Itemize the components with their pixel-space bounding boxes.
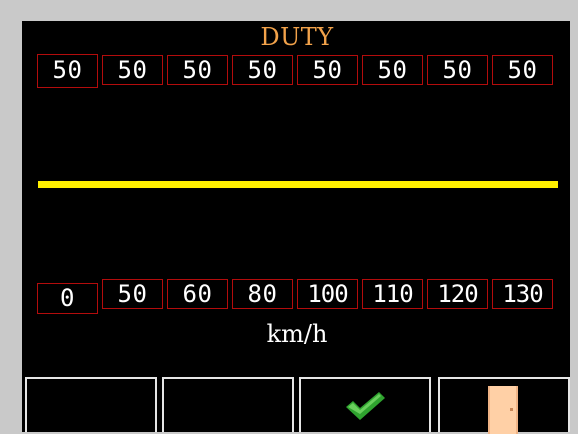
duty-cell[interactable]: 50: [297, 55, 358, 85]
speed-cell[interactable]: 0: [37, 283, 98, 314]
speed-cell[interactable]: 60: [167, 279, 228, 309]
speed-cell[interactable]: 120: [427, 279, 488, 309]
door-icon: [488, 386, 518, 434]
check-icon: [346, 392, 385, 420]
duty-cell[interactable]: 50: [232, 55, 293, 85]
speed-unit-label: km/h: [266, 320, 328, 348]
duty-values-row: 50 50 50 50 50 50 50 50: [37, 54, 557, 88]
duty-cell[interactable]: 50: [102, 55, 163, 85]
duty-cell[interactable]: 50: [37, 54, 98, 88]
speed-cell[interactable]: 110: [362, 279, 423, 309]
speed-cell[interactable]: 80: [232, 279, 293, 309]
soft-key-2-button[interactable]: [162, 377, 294, 432]
screen-title: DUTY: [260, 23, 334, 51]
soft-key-1-button[interactable]: [25, 377, 157, 432]
duty-cell[interactable]: 50: [167, 55, 228, 85]
speed-cell[interactable]: 100: [297, 279, 358, 309]
confirm-button[interactable]: [299, 377, 431, 432]
frame-edge: [570, 15, 578, 432]
soft-key-bar: [22, 377, 572, 434]
door-knob: [510, 408, 513, 411]
duty-cell[interactable]: 50: [362, 55, 423, 85]
duty-cell[interactable]: 50: [492, 55, 553, 85]
duty-cell[interactable]: 50: [427, 55, 488, 85]
duty-curve-line: [38, 181, 558, 188]
speed-values-row: 0 50 60 80 100 110 120 130: [37, 279, 557, 314]
exit-button[interactable]: [438, 377, 570, 434]
speed-cell[interactable]: 130: [492, 279, 553, 309]
speed-cell[interactable]: 50: [102, 279, 163, 309]
display-screen: DUTY 50 50 50 50 50 50 50 50 0 50 60 80 …: [22, 21, 572, 434]
